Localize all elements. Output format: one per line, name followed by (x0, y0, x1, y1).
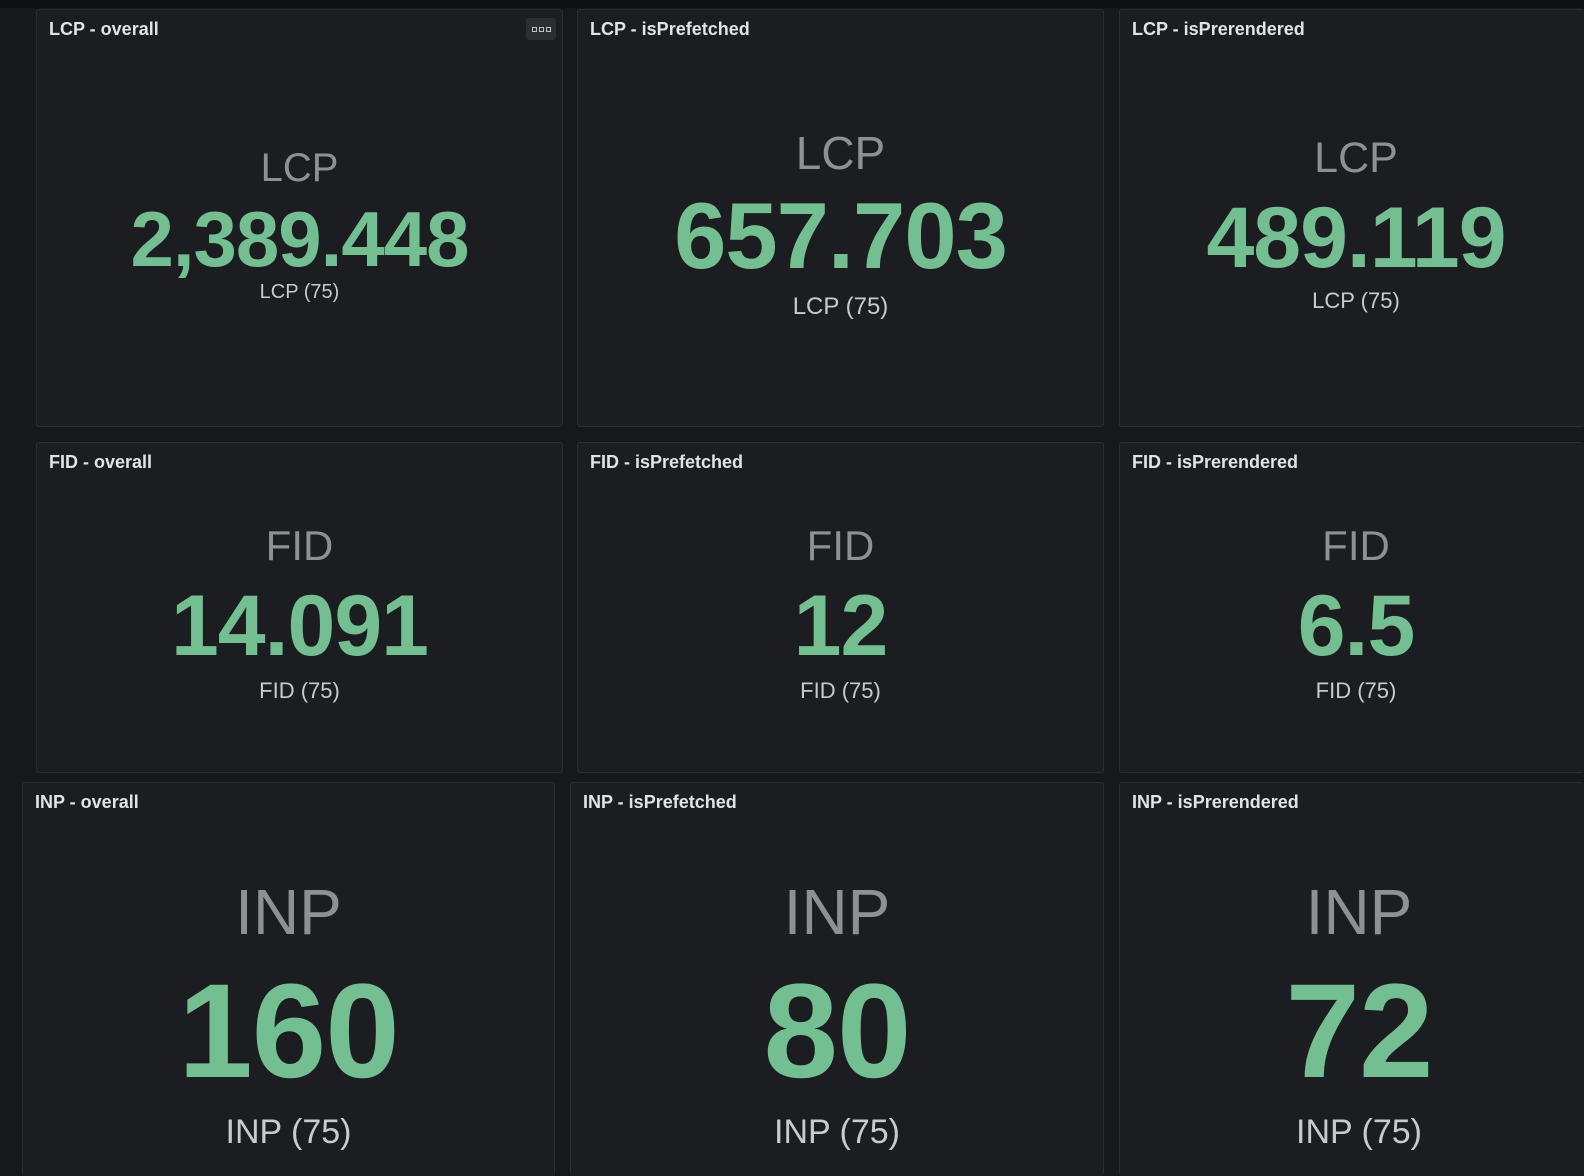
panel-title[interactable]: INP - isPrefetched (583, 792, 737, 813)
panel-title[interactable]: INP - isPrerendered (1132, 792, 1299, 813)
stat-value: 12 (793, 578, 889, 674)
stat-sublabel: FID (75) (259, 678, 340, 703)
panel-fid-isprerendered[interactable]: FID - isPrerendered FID 6.5 FID (75) (1119, 442, 1584, 773)
stat-sublabel: LCP (75) (1312, 288, 1400, 313)
stat-sublabel: FID (75) (800, 678, 881, 703)
panel-title[interactable]: FID - isPrerendered (1132, 452, 1298, 473)
stat-label: FID (1322, 522, 1390, 569)
stat-value: 160 (178, 957, 400, 1106)
stat-sublabel: LCP (75) (792, 293, 889, 320)
stat-value: 80 (763, 957, 911, 1106)
stat-label: LCP (795, 127, 886, 179)
panel-inp-isprefetched[interactable]: INP - isPrefetched INP 80 INP (75) (570, 782, 1104, 1176)
stat-label: INP (1305, 876, 1413, 948)
panel-inp-overall[interactable]: INP - overall INP 160 INP (75) (22, 782, 555, 1176)
stat-sublabel: INP (75) (225, 1113, 352, 1151)
panel-title[interactable]: LCP - overall (49, 19, 159, 40)
stat-label: INP (235, 876, 342, 948)
top-bar (0, 0, 1584, 8)
panel-title[interactable]: LCP - isPrefetched (590, 19, 750, 40)
ellipsis-menu-icon[interactable] (526, 18, 556, 40)
stat-sublabel: INP (75) (774, 1113, 900, 1151)
panel-fid-isprefetched[interactable]: FID - isPrefetched FID 12 FID (75) (577, 442, 1104, 773)
stat-value: 657.703 (674, 183, 1008, 288)
stat-label: LCP (260, 146, 339, 190)
panel-title[interactable]: FID - overall (49, 452, 152, 473)
stat-label: LCP (1314, 134, 1398, 182)
stat-label: FID (265, 522, 334, 569)
stat-value: 2,389.448 (130, 195, 469, 283)
panel-inp-isprerendered[interactable]: INP - isPrerendered INP 72 INP (75) (1119, 782, 1584, 1176)
panel-title[interactable]: LCP - isPrerendered (1132, 19, 1305, 40)
stat-sublabel: LCP (75) (259, 281, 340, 303)
panel-lcp-isprerendered[interactable]: LCP - isPrerendered LCP 489.119 LCP (75) (1119, 9, 1584, 427)
panel-fid-overall[interactable]: FID - overall FID 14.091 FID (75) (36, 442, 563, 773)
panel-title[interactable]: FID - isPrefetched (590, 452, 743, 473)
stat-value: 6.5 (1297, 578, 1416, 674)
stat-value: 14.091 (170, 578, 429, 674)
stat-value: 72 (1285, 957, 1433, 1106)
stat-sublabel: INP (75) (1296, 1113, 1422, 1151)
panel-title[interactable]: INP - overall (35, 792, 139, 813)
stat-value: 489.119 (1206, 190, 1506, 286)
panel-lcp-isprefetched[interactable]: LCP - isPrefetched LCP 657.703 LCP (75) (577, 9, 1104, 427)
stat-sublabel: FID (75) (1315, 678, 1397, 703)
stat-label: INP (783, 876, 891, 948)
panel-lcp-overall[interactable]: LCP - overall LCP 2,389.448 LCP (75) (36, 9, 563, 427)
stat-label: FID (806, 522, 875, 569)
